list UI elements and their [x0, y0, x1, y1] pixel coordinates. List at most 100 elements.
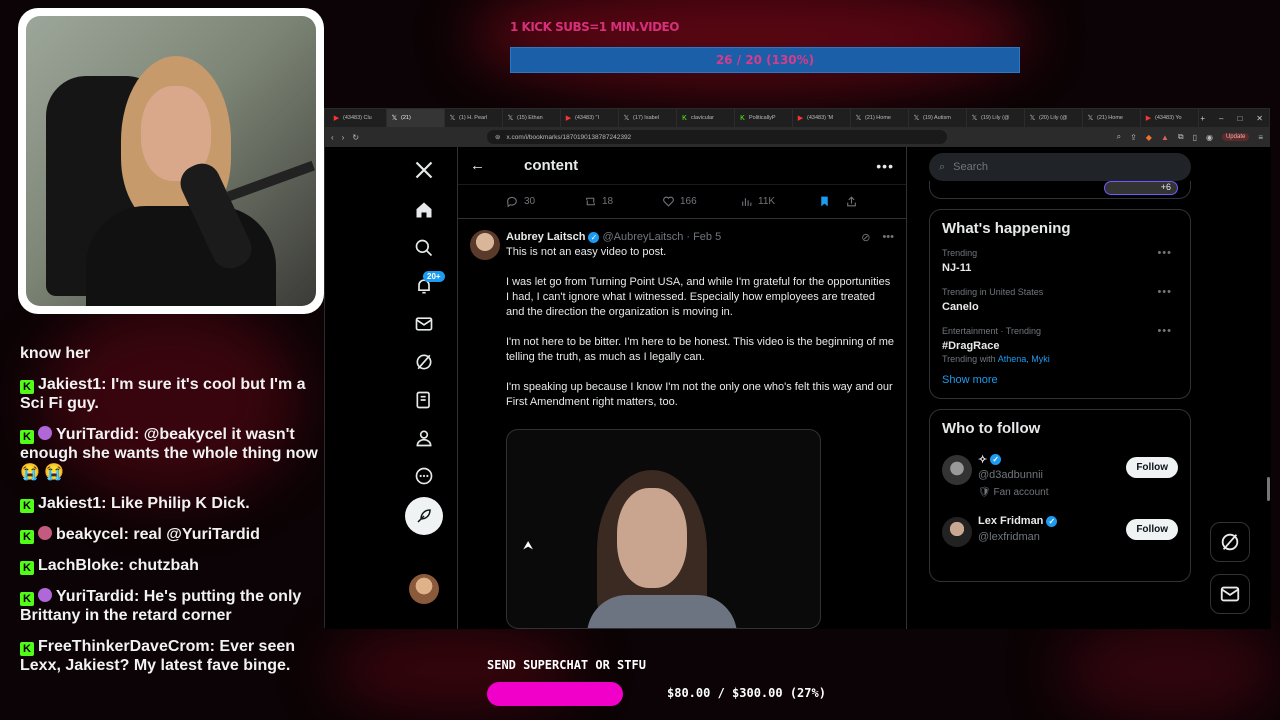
repost-icon — [586, 197, 595, 206]
share-post-icon[interactable] — [845, 195, 858, 208]
browser-tab[interactable]: 𝕏 (19) Autism — [909, 109, 967, 127]
browser-tab[interactable]: ▶ (43483) "I — [561, 109, 619, 127]
post-right-actions — [818, 195, 858, 208]
tweet-more-icon[interactable]: ••• — [882, 231, 894, 244]
site-info-icon[interactable]: ⊜ — [495, 133, 500, 141]
reply-icon — [507, 196, 517, 208]
alert-icon[interactable]: ▲ — [1161, 133, 1169, 142]
chat-user: LachBloke — [38, 557, 119, 574]
repost-button[interactable]: 18 — [584, 195, 662, 208]
grok-icon[interactable] — [413, 351, 435, 373]
browser-tab[interactable]: ▶ (43483) Yo — [1141, 109, 1199, 127]
wallet-icon[interactable]: ◉ — [1206, 133, 1213, 142]
account-avatar[interactable] — [409, 574, 439, 604]
address-bar[interactable]: ⊜ x.com/i/bookmarks/1870190138787242392 — [487, 130, 948, 144]
subscriber-badge-icon — [38, 588, 52, 602]
follow-suggestion[interactable]: ✧ ✓ @d3adbunnii 🛡 Fan account Follow — [942, 447, 1178, 509]
chat-text: real @YuriTardid — [133, 526, 260, 543]
search-input[interactable]: ⌕ Search — [929, 153, 1191, 181]
explore-search-icon[interactable] — [413, 237, 435, 259]
bookmark-icon[interactable] — [818, 195, 831, 208]
tweet-paragraph: This is not an easy video to post. — [506, 246, 667, 258]
tweet-date[interactable]: · Feb 5 — [686, 231, 721, 243]
heart-icon — [663, 196, 674, 207]
webcam-feed — [26, 16, 316, 306]
browser-tab[interactable]: Kclavicular — [677, 109, 735, 127]
browser-tab[interactable]: 𝕏 (17) Isabel — [619, 109, 677, 127]
tweet-video[interactable] — [506, 429, 821, 629]
reload-icon[interactable]: ↻ — [352, 133, 359, 142]
forward-icon[interactable]: › — [342, 133, 345, 142]
messages-floating-button[interactable] — [1210, 574, 1250, 614]
grok-explain-icon[interactable]: ⊘ — [861, 231, 870, 244]
share-icon[interactable]: ⇪ — [1130, 133, 1137, 142]
sidebar-icon[interactable]: ▯ — [1193, 133, 1197, 142]
mouse-cursor-icon: ⮝ — [523, 538, 534, 552]
mic-arm — [227, 160, 315, 202]
follow-button[interactable]: Follow — [1126, 519, 1178, 540]
shield-icon[interactable]: ◆ — [1146, 133, 1152, 142]
new-tab-icon[interactable]: + — [1200, 114, 1205, 123]
page-scrollbar[interactable] — [1267, 477, 1270, 501]
compose-post-button[interactable] — [405, 497, 443, 535]
browser-tab[interactable]: 𝕏 (21) Home — [851, 109, 909, 127]
more-icon[interactable]: ••• — [876, 158, 894, 174]
follow-button[interactable]: Follow — [1126, 457, 1178, 478]
tweet-author-handle[interactable]: @AubreyLaitsch — [602, 231, 683, 243]
browser-tab[interactable]: 𝕏 (20) Lily (@ — [1025, 109, 1083, 127]
browser-tab[interactable]: 𝕏 (1) H. Pearl — [445, 109, 503, 127]
tweet[interactable]: Aubrey Laitsch ✓ @AubreyLaitsch · Feb 5 … — [458, 219, 906, 410]
menu-icon[interactable]: ≡ — [1258, 133, 1263, 142]
views-button[interactable]: 11K — [740, 195, 818, 208]
minimize-icon[interactable]: – — [1219, 114, 1223, 123]
trend-item[interactable]: Trending NJ-11 ••• — [942, 247, 1178, 276]
browser-tab-active[interactable]: 𝕏 (21) — [387, 109, 445, 127]
tweet-author-avatar[interactable] — [470, 230, 500, 260]
trend-more-icon[interactable]: ••• — [1157, 286, 1172, 298]
chat-user: Jakiest1 — [38, 495, 102, 512]
close-icon[interactable]: ✕ — [1256, 114, 1263, 123]
subs-goal-progress-text: 26 / 20 (130%) — [715, 53, 815, 67]
browser-tab[interactable]: 𝕏 (19) Lily (@ — [967, 109, 1025, 127]
maximize-icon[interactable]: □ — [1237, 114, 1242, 123]
extensions-icon[interactable]: ⧉ — [1178, 132, 1184, 142]
search-icon: ⌕ — [939, 160, 946, 173]
grok-floating-button[interactable] — [1210, 522, 1250, 562]
tweet-paragraph: I'm speaking up because I know I'm not t… — [506, 381, 893, 408]
subscriber-badge-icon — [38, 526, 52, 540]
reply-button[interactable]: 30 — [506, 195, 584, 208]
browser-tab[interactable]: ▶ (43483) 'M — [793, 109, 851, 127]
x-logo-icon[interactable] — [413, 159, 435, 181]
browser-tab[interactable]: 𝕏 (21) Home — [1083, 109, 1141, 127]
lists-icon[interactable] — [413, 389, 435, 411]
chat-user: beakycel — [56, 526, 124, 543]
browser-tab[interactable]: ▶ (43483) Clu — [329, 109, 387, 127]
browser-window: ▶ (43483) Clu 𝕏 (21) 𝕏 (1) H. Pearl 𝕏 (15) E… — [324, 108, 1271, 629]
more-options-icon[interactable] — [413, 465, 435, 487]
back-arrow-icon[interactable]: ← — [470, 157, 510, 174]
trend-more-icon[interactable]: ••• — [1157, 325, 1172, 337]
live-space-pill[interactable]: +6 — [1104, 181, 1178, 195]
follow-suggestion[interactable]: Lex Fridman ✓ @lexfridman Follow — [942, 509, 1178, 571]
suggestion-avatar[interactable] — [942, 517, 972, 547]
notifications-icon[interactable]: 20+ — [413, 271, 445, 297]
feed-header: ← content ••• — [458, 147, 906, 185]
zoom-icon[interactable]: ⌕ — [1117, 132, 1121, 142]
update-button[interactable]: Update — [1221, 133, 1250, 141]
like-button[interactable]: 166 — [662, 195, 740, 208]
tweet-author-name[interactable]: Aubrey Laitsch — [506, 231, 585, 243]
show-more-link[interactable]: Show more — [942, 374, 1178, 386]
suggestion-avatar[interactable] — [942, 455, 972, 485]
home-icon[interactable] — [413, 199, 435, 221]
kick-badge-icon: K — [20, 499, 34, 513]
trend-more-icon[interactable]: ••• — [1157, 247, 1172, 259]
profile-icon[interactable] — [413, 427, 435, 449]
browser-tab[interactable]: K PoliticallyP — [735, 109, 793, 127]
messages-icon[interactable] — [413, 313, 435, 335]
youtube-icon: ▶ — [1145, 114, 1152, 122]
trend-item[interactable]: Trending in United States Canelo ••• — [942, 286, 1178, 315]
grok-icon — [1221, 533, 1239, 551]
back-icon[interactable]: ‹ — [331, 133, 334, 142]
trend-item[interactable]: Entertainment · Trending #DragRace Trend… — [942, 325, 1178, 364]
browser-tab[interactable]: 𝕏 (15) Ethan — [503, 109, 561, 127]
